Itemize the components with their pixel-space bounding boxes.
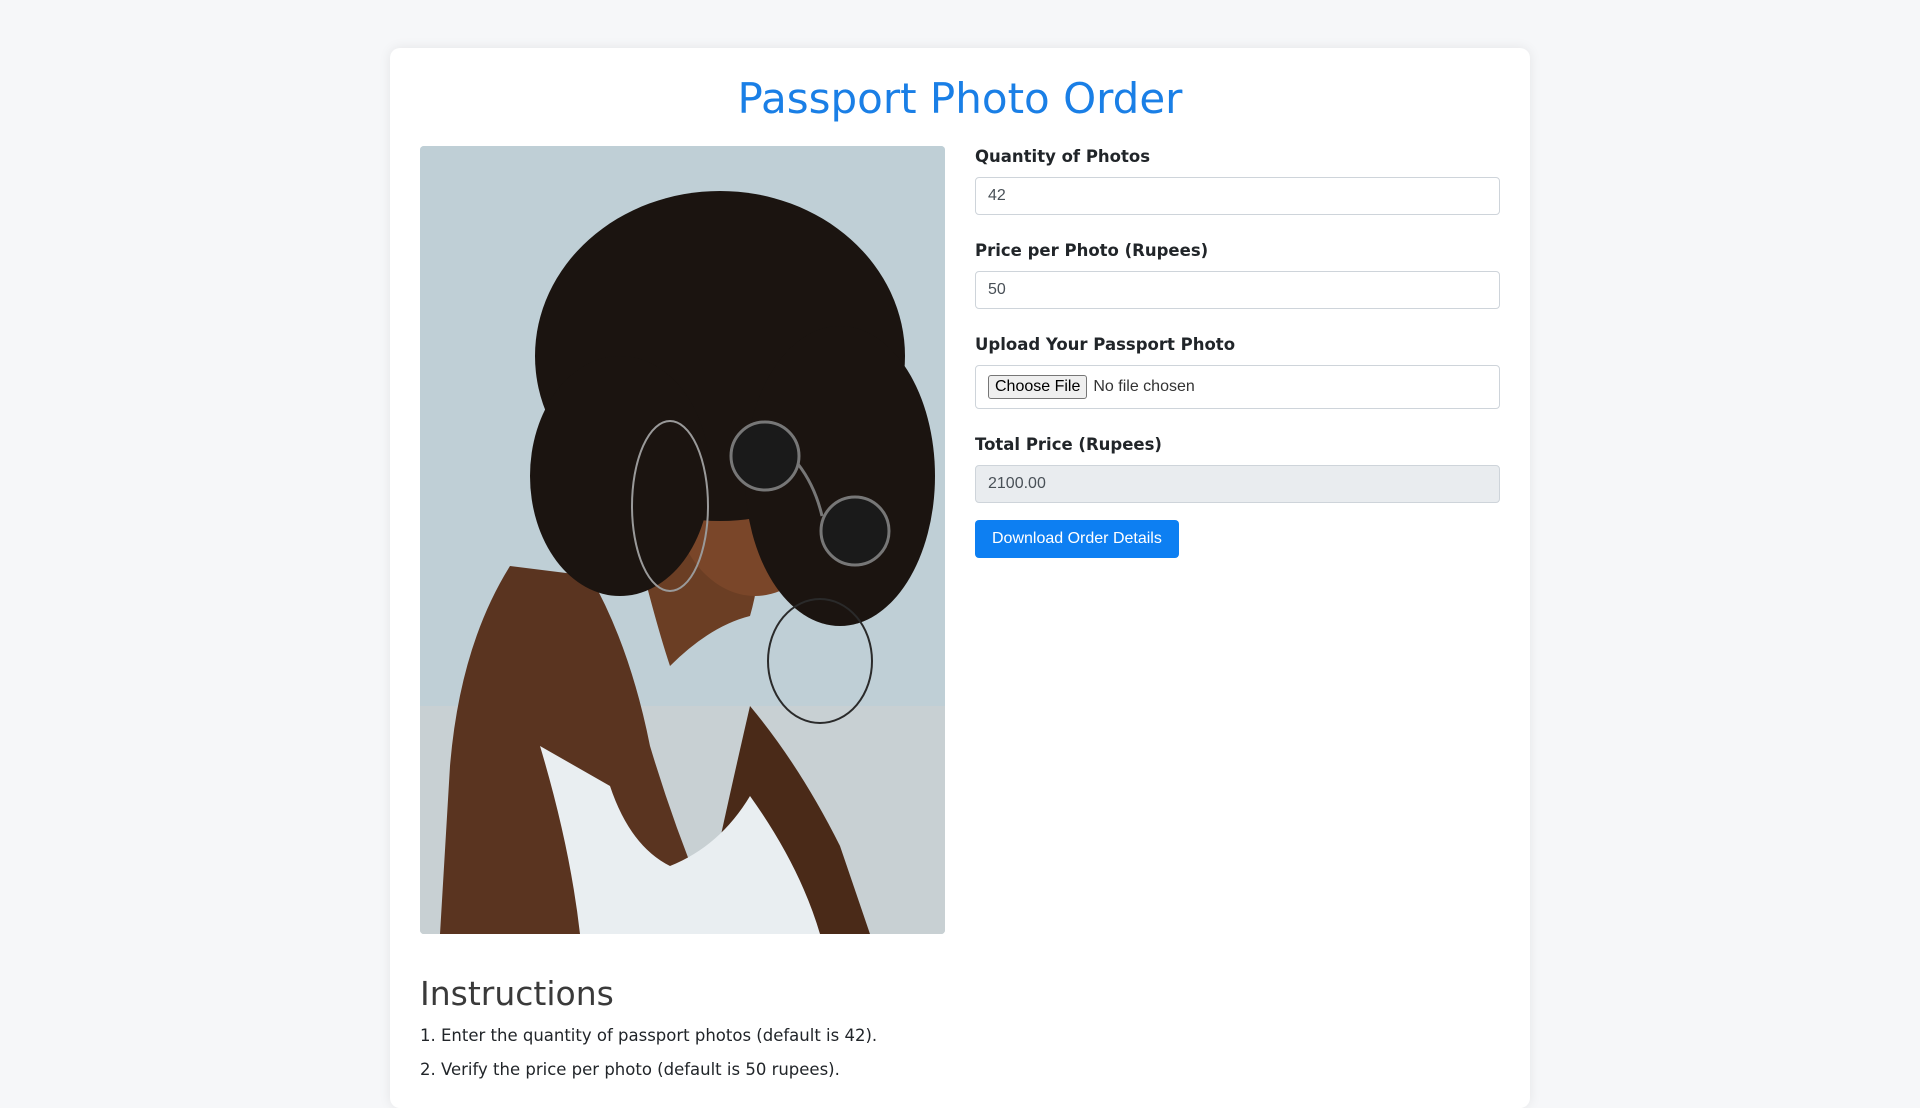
page-title: Passport Photo Order <box>737 74 1183 123</box>
file-status: No file chosen <box>1093 378 1195 395</box>
total-price-field: 2100.00 <box>975 465 1500 503</box>
order-form: Quantity of Photos 42 Price per Photo (R… <box>975 146 1500 558</box>
quantity-value: 42 <box>988 187 1006 204</box>
quantity-input[interactable]: 42 <box>975 177 1500 215</box>
upload-label: Upload Your Passport Photo <box>975 335 1236 354</box>
total-value: 2100.00 <box>988 475 1046 492</box>
instruction-step: 1. Enter the quantity of passport photos… <box>420 1026 878 1045</box>
download-order-button[interactable]: Download Order Details <box>975 520 1179 558</box>
model-photo <box>420 146 945 934</box>
price-label: Price per Photo (Rupees) <box>975 241 1209 260</box>
instructions-section: Instructions 1. Enter the quantity of pa… <box>420 974 1500 1092</box>
total-label: Total Price (Rupees) <box>975 435 1162 454</box>
file-upload-field[interactable]: Choose File No file chosen <box>975 365 1500 409</box>
instruction-step: 2. Verify the price per photo (default i… <box>420 1060 840 1079</box>
quantity-label: Quantity of Photos <box>975 147 1151 166</box>
price-value: 50 <box>988 281 1006 298</box>
instructions-heading: Instructions <box>420 974 614 1013</box>
price-input[interactable]: 50 <box>975 271 1500 309</box>
choose-file-button[interactable]: Choose File <box>988 375 1088 399</box>
